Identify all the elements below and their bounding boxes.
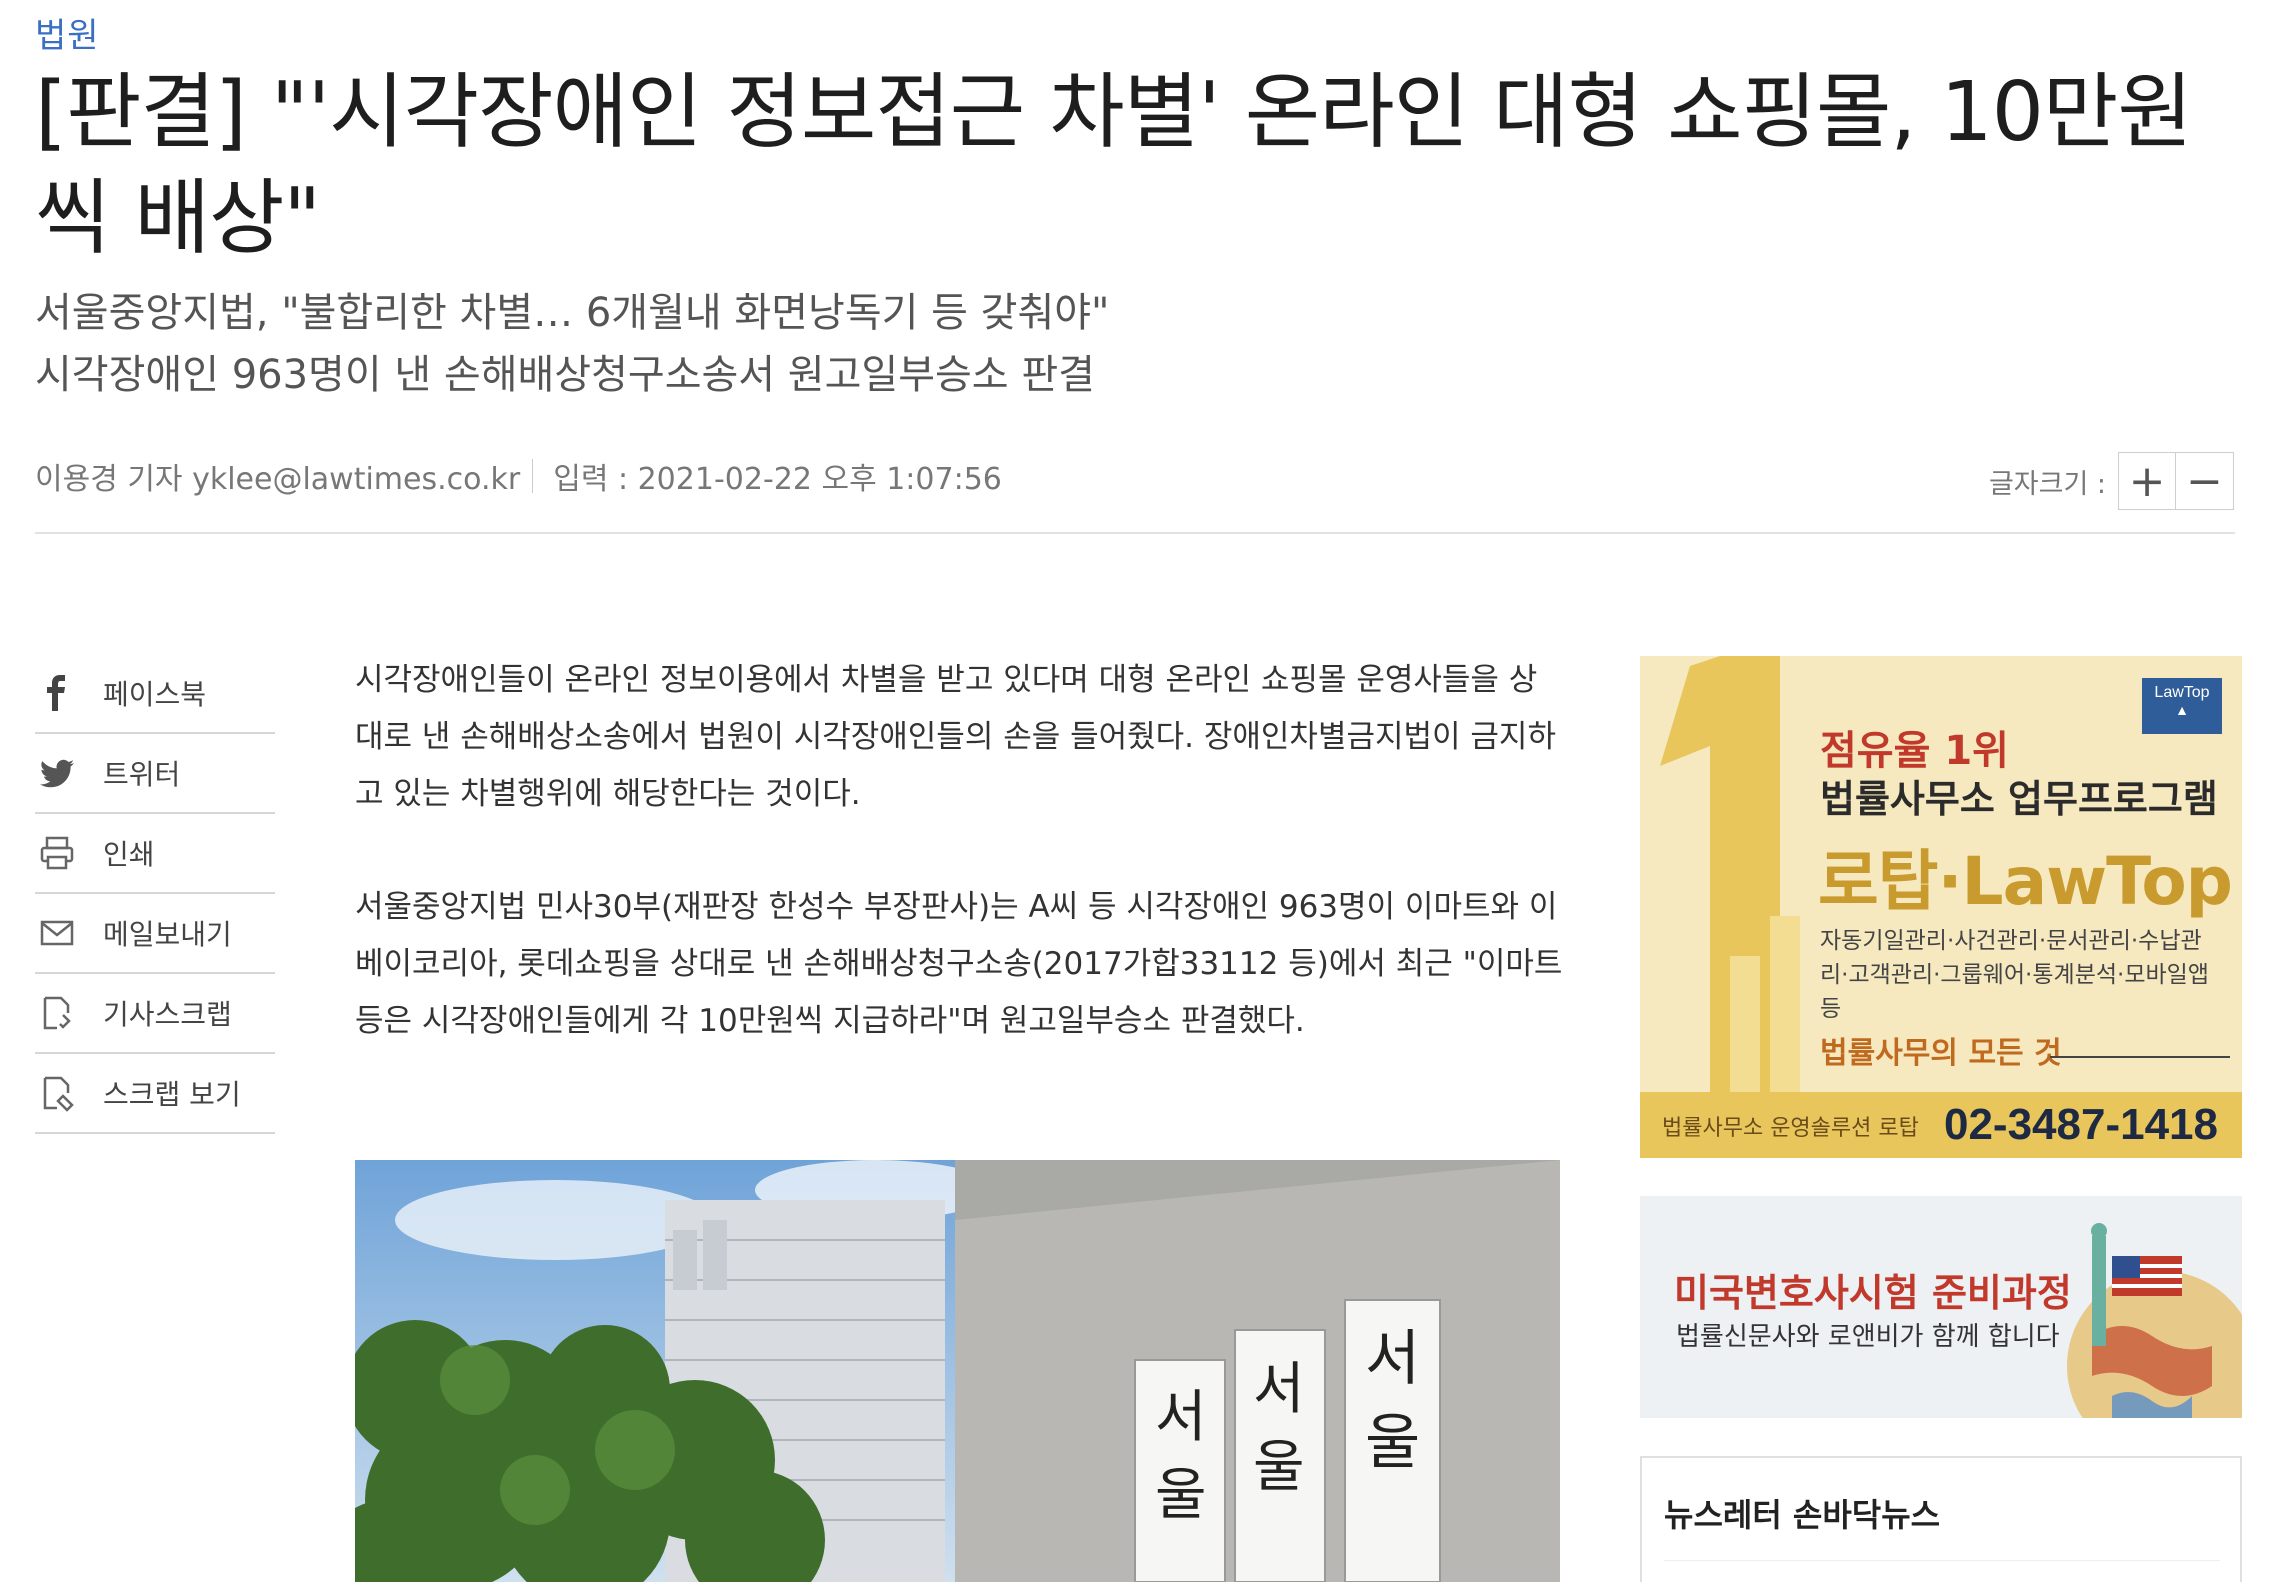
sign-char: 서 — [1155, 1385, 1207, 1450]
header-divider — [35, 532, 2235, 534]
logo-arrow-icon: ▲ — [2175, 702, 2189, 718]
bar-exam-title: 미국변호사시험 준비과정 — [1674, 1271, 2072, 1315]
twitter-icon — [35, 751, 79, 795]
share-scrap[interactable]: 기사스크랩 — [35, 974, 275, 1054]
share-scrap-view[interactable]: 스크랩 보기 — [35, 1054, 275, 1134]
author-info: 이용경 기자 yklee@lawtimes.co.kr — [35, 462, 521, 497]
share-label: 메일보내기 — [103, 918, 232, 951]
sign-char: 울 — [1155, 1463, 1207, 1528]
share-label: 페이스북 — [103, 678, 207, 711]
globe-statue-icon — [2067, 1223, 2242, 1418]
sign-char: 서 — [1365, 1324, 1421, 1394]
headline: [판결] "'시각장애인 정보접근 차별' 온라인 대형 쇼핑몰, 10만원씩 … — [35, 65, 2193, 266]
byline-separator — [532, 459, 534, 493]
print-icon — [35, 831, 79, 875]
category-label[interactable]: 법원 — [35, 8, 100, 57]
font-size-control: 글자크기 : + − — [1989, 452, 2234, 510]
share-label: 인쇄 — [103, 838, 155, 871]
bar-exam-subtitle: 법률신문사와 로앤비가 함께 합니다 — [1676, 1322, 2060, 1352]
lawtop-logo-text: LawTop — [2154, 684, 2210, 701]
lawtop-logo: LawTop ▲ — [2142, 678, 2222, 734]
facebook-icon — [35, 671, 79, 715]
article-photo: 서 서 서 울 울 울 — [355, 1160, 1560, 1582]
font-increase-button[interactable]: + — [2118, 452, 2176, 510]
newsletter-box: 뉴스레터 손바닥뉴스 — [1640, 1456, 2242, 1582]
share-label: 스크랩 보기 — [103, 1078, 241, 1111]
published-time: 입력 : 2021-02-22 오후 1:07:56 — [553, 462, 1002, 497]
share-label: 트위터 — [103, 758, 181, 791]
share-label: 기사스크랩 — [103, 998, 232, 1031]
subtitle-line: 서울중앙지법, "불합리한 차별… 6개월내 화면낭독기 등 갖춰야" — [35, 290, 1110, 336]
ad-features: 자동기일관리·사건관리·문서관리·수납관리·고객관리·그룹웨어·통계분석·모바일… — [1820, 928, 2209, 1022]
newsletter-title[interactable]: 뉴스레터 손바닥뉴스 — [1664, 1490, 1940, 1536]
share-menu: 페이스북 트위터 인쇄 메일보내기 기사스크랩 스크랩 보기 — [35, 654, 275, 1134]
scrap-icon — [35, 991, 79, 1035]
font-size-label: 글자크기 : — [1988, 468, 2106, 500]
share-mail[interactable]: 메일보내기 — [35, 894, 275, 974]
lawtop-ad[interactable]: LawTop ▲ 점유율 1위 법률사무소 업무프로그램 로탑·LawTop 자… — [1640, 656, 2242, 1158]
share-print[interactable]: 인쇄 — [35, 814, 275, 894]
ad-line2: 법률사무소 업무프로그램 — [1820, 777, 2218, 821]
sign-char: 울 — [1253, 1435, 1305, 1500]
scrap-view-icon — [35, 1071, 79, 1115]
share-facebook[interactable]: 페이스북 — [35, 654, 275, 734]
ad-phone: 02-3487-1418 — [1943, 1100, 2218, 1149]
article-body: 시각장애인들이 온라인 정보이용에서 차별을 받고 있다며 대형 온라인 쇼핑몰… — [355, 652, 1565, 1106]
article-paragraph: 서울중앙지법 민사30부(재판장 한성수 부장판사)는 A씨 등 시각장애인 9… — [355, 889, 1563, 1039]
ad-tagline: 법률사무의 모든 것 — [1820, 1036, 2062, 1071]
tagline-underline — [2050, 1056, 2230, 1058]
mail-icon — [35, 911, 79, 955]
subtitle-line: 시각장애인 963명이 낸 손해배상청구소송서 원고일부승소 판결 — [35, 352, 1095, 398]
sign-char: 울 — [1365, 1408, 1421, 1478]
sign-char: 서 — [1253, 1357, 1305, 1422]
big-number-one-graphic — [1660, 656, 1800, 1156]
share-twitter[interactable]: 트위터 — [35, 734, 275, 814]
ad-footer-text: 법률사무소 운영솔루션 로탑 — [1662, 1116, 1919, 1141]
article-paragraph: 시각장애인들이 온라인 정보이용에서 차별을 받고 있다며 대형 온라인 쇼핑몰… — [355, 662, 1556, 812]
newsletter-divider — [1664, 1560, 2220, 1561]
subtitle: 서울중앙지법, "불합리한 차별… 6개월내 화면낭독기 등 갖춰야" 시각장애… — [35, 282, 1109, 406]
bar-exam-ad[interactable]: 미국변호사시험 준비과정 법률신문사와 로앤비가 함께 합니다 — [1640, 1196, 2242, 1418]
font-decrease-button[interactable]: − — [2176, 452, 2234, 510]
ad-brand: 로탑·LawTop — [1818, 843, 2233, 920]
byline: 이용경 기자 yklee@lawtimes.co.kr 입력 : 2021-02… — [35, 454, 1002, 498]
